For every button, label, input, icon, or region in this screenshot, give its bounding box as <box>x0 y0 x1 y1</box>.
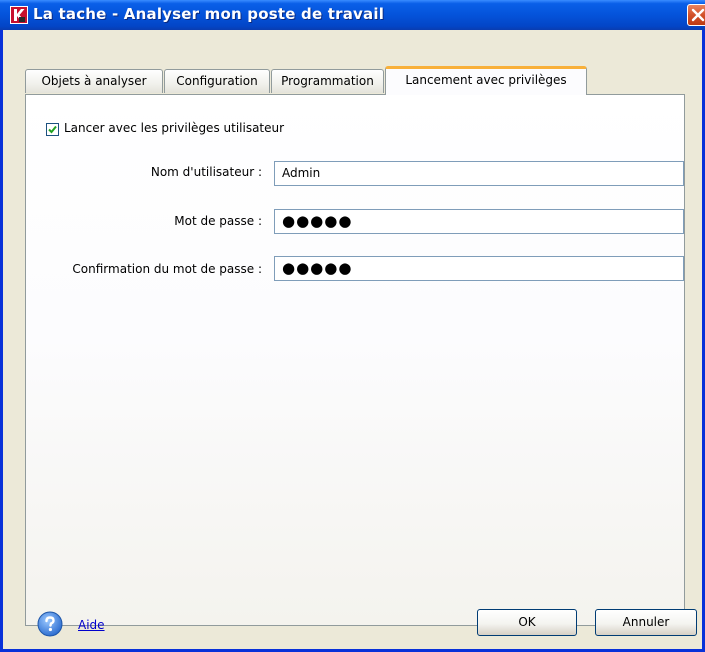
kaspersky-k-icon <box>10 6 28 24</box>
title-bar[interactable]: La tache - Analyser mon poste de travail <box>0 0 705 30</box>
window-title: La tache - Analyser mon poste de travail <box>33 5 385 23</box>
tab-label: Objets à analyser <box>41 74 147 88</box>
tab-programmation[interactable]: Programmation <box>271 69 384 93</box>
help-question-icon[interactable] <box>37 611 63 637</box>
username-field[interactable]: Admin <box>274 161 684 186</box>
ok-button[interactable]: OK <box>477 609 577 636</box>
tab-lancement-avec-privileges[interactable]: Lancement avec privilèges <box>385 66 587 95</box>
privileges-checkbox[interactable] <box>46 123 59 136</box>
confirm-password-label: Confirmation du mot de passe : <box>72 262 262 276</box>
close-icon <box>691 8 705 22</box>
password-field[interactable]: ●●●●● <box>274 209 684 234</box>
tab-label: Programmation <box>281 74 374 88</box>
close-button[interactable] <box>687 4 705 26</box>
tab-panel: Lancer avec les privilèges utilisateur N… <box>25 94 685 626</box>
cancel-button[interactable]: Annuler <box>595 609 697 636</box>
confirm-password-field[interactable]: ●●●●● <box>274 256 684 281</box>
checkmark-icon <box>48 125 57 134</box>
tab-label: Configuration <box>176 74 258 88</box>
username-label: Nom d'utilisateur : <box>150 165 262 179</box>
help-link[interactable]: Aide <box>78 618 105 632</box>
privileges-checkbox-label[interactable]: Lancer avec les privilèges utilisateur <box>64 121 284 135</box>
tab-objets-a-analyser[interactable]: Objets à analyser <box>25 69 163 93</box>
tab-label: Lancement avec privilèges <box>405 73 567 87</box>
tab-configuration[interactable]: Configuration <box>164 69 270 93</box>
password-label: Mot de passe : <box>174 214 262 228</box>
dialog-window: La tache - Analyser mon poste de travail… <box>0 0 705 652</box>
